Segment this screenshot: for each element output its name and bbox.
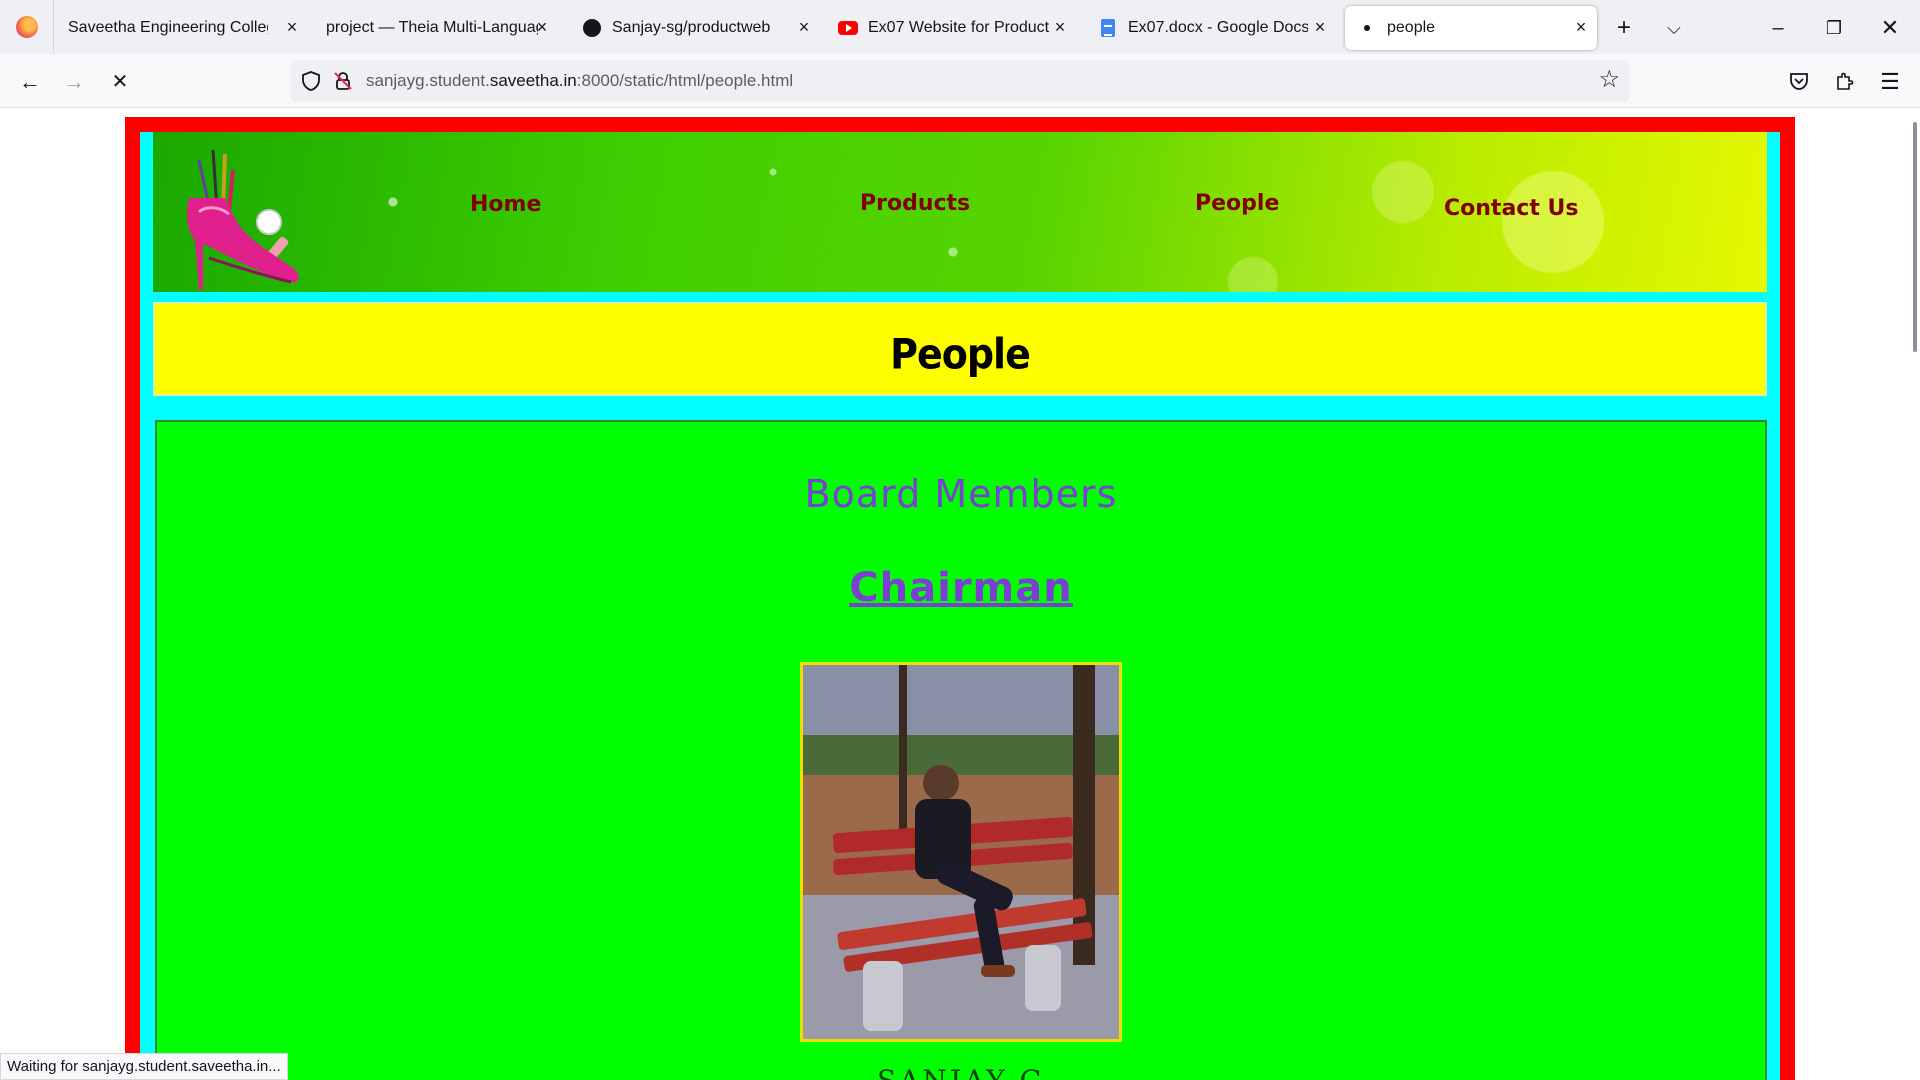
nav-link-home[interactable]: Home bbox=[470, 192, 541, 217]
chairman-heading: Chairman bbox=[849, 565, 1073, 611]
tab-people[interactable]: people × bbox=[1345, 6, 1597, 50]
url-bar[interactable]: sanjayg.student.saveetha.in:8000/static/… bbox=[290, 60, 1630, 102]
tab-label: Sanjay-sg/productweb bbox=[612, 19, 771, 36]
chairman-photo-image bbox=[803, 665, 1119, 1039]
youtube-icon bbox=[838, 18, 858, 38]
new-tab-icon[interactable]: + bbox=[1610, 14, 1638, 42]
nav-link-products[interactable]: Products bbox=[860, 191, 970, 216]
url-prefix: sanjayg.student. bbox=[366, 71, 490, 90]
page-inner-container: Home Products People Contact Us People B… bbox=[140, 132, 1780, 1080]
shoe-cosmetics-logo-icon[interactable] bbox=[169, 140, 299, 290]
shield-icon[interactable] bbox=[300, 70, 322, 92]
tab-label: people bbox=[1387, 19, 1436, 36]
list-tabs-chevron-icon[interactable]: ⌵ bbox=[1660, 14, 1688, 42]
status-panel: Waiting for sanjayg.student.saveetha.in.… bbox=[0, 1053, 288, 1080]
close-tab-icon[interactable]: × bbox=[282, 17, 302, 37]
close-tab-icon[interactable]: × bbox=[794, 17, 814, 37]
tab-theia-project[interactable]: project — Theia Multi-Language × bbox=[318, 6, 558, 50]
stop-loading-icon[interactable]: ✕ bbox=[104, 66, 136, 98]
close-tab-icon[interactable]: × bbox=[1050, 17, 1070, 37]
close-tab-icon[interactable]: × bbox=[1571, 17, 1591, 37]
insecure-lock-icon[interactable] bbox=[332, 70, 354, 92]
loading-dot-icon bbox=[1357, 18, 1377, 38]
chairman-name: SANJAY G bbox=[157, 1064, 1765, 1080]
close-window-icon[interactable]: ✕ bbox=[1876, 14, 1904, 42]
tab-label: Saveetha Engineering College bbox=[68, 19, 268, 36]
page-red-frame: Home Products People Contact Us People B… bbox=[125, 117, 1795, 1080]
github-icon bbox=[582, 18, 602, 38]
close-tab-icon[interactable]: × bbox=[532, 17, 552, 37]
nav-link-contact-us[interactable]: Contact Us bbox=[1444, 196, 1578, 221]
navigation-toolbar: ← → ✕ sanjayg.student.saveetha.in:8000/s… bbox=[0, 54, 1920, 108]
firefox-menu-button[interactable] bbox=[0, 0, 54, 54]
header-banner: Home Products People Contact Us bbox=[153, 132, 1767, 292]
forward-arrow-icon[interactable]: → bbox=[58, 66, 90, 98]
url-domain: saveetha.in bbox=[489, 71, 577, 90]
tab-github-productweb[interactable]: Sanjay-sg/productweb × bbox=[574, 6, 820, 50]
bookmark-star-icon[interactable]: ☆ bbox=[1598, 65, 1620, 94]
tab-label: Ex07.docx - Google Docs bbox=[1128, 19, 1308, 36]
nav-link-people[interactable]: People bbox=[1195, 191, 1279, 216]
url-text[interactable]: sanjayg.student.saveetha.in:8000/static/… bbox=[366, 71, 793, 91]
minimize-window-icon[interactable]: – bbox=[1764, 14, 1792, 42]
close-tab-icon[interactable]: × bbox=[1310, 17, 1330, 37]
extensions-puzzle-icon[interactable] bbox=[1834, 70, 1856, 92]
page-title: People bbox=[890, 329, 1031, 379]
page-viewport: Home Products People Contact Us People B… bbox=[0, 109, 1920, 1080]
back-arrow-icon[interactable]: ← bbox=[14, 66, 46, 98]
board-members-section: Board Members Chairman bbox=[155, 420, 1767, 1080]
tab-strip: Saveetha Engineering College × project —… bbox=[0, 0, 1920, 54]
tab-youtube-ex07[interactable]: Ex07 Website for Product De × bbox=[830, 6, 1076, 50]
restore-window-icon[interactable]: ❐ bbox=[1820, 14, 1848, 42]
pocket-icon[interactable] bbox=[1788, 70, 1810, 92]
google-docs-icon bbox=[1098, 18, 1118, 38]
url-path: :8000/static/html/people.html bbox=[576, 71, 794, 90]
firefox-logo-icon bbox=[15, 16, 38, 38]
tab-label: project — Theia Multi-Language bbox=[326, 19, 538, 36]
board-members-heading: Board Members bbox=[804, 472, 1118, 516]
chairman-photo bbox=[800, 662, 1122, 1042]
tab-saveetha-engineering-college[interactable]: Saveetha Engineering College × bbox=[58, 6, 308, 50]
tab-label: Ex07 Website for Product De bbox=[868, 19, 1054, 36]
app-menu-hamburger-icon[interactable]: ☰ bbox=[1874, 66, 1906, 98]
tab-google-docs-ex07[interactable]: Ex07.docx - Google Docs × bbox=[1088, 6, 1336, 50]
page-scrollbar-thumb[interactable] bbox=[1913, 122, 1917, 352]
page-title-bar: People bbox=[153, 302, 1767, 396]
